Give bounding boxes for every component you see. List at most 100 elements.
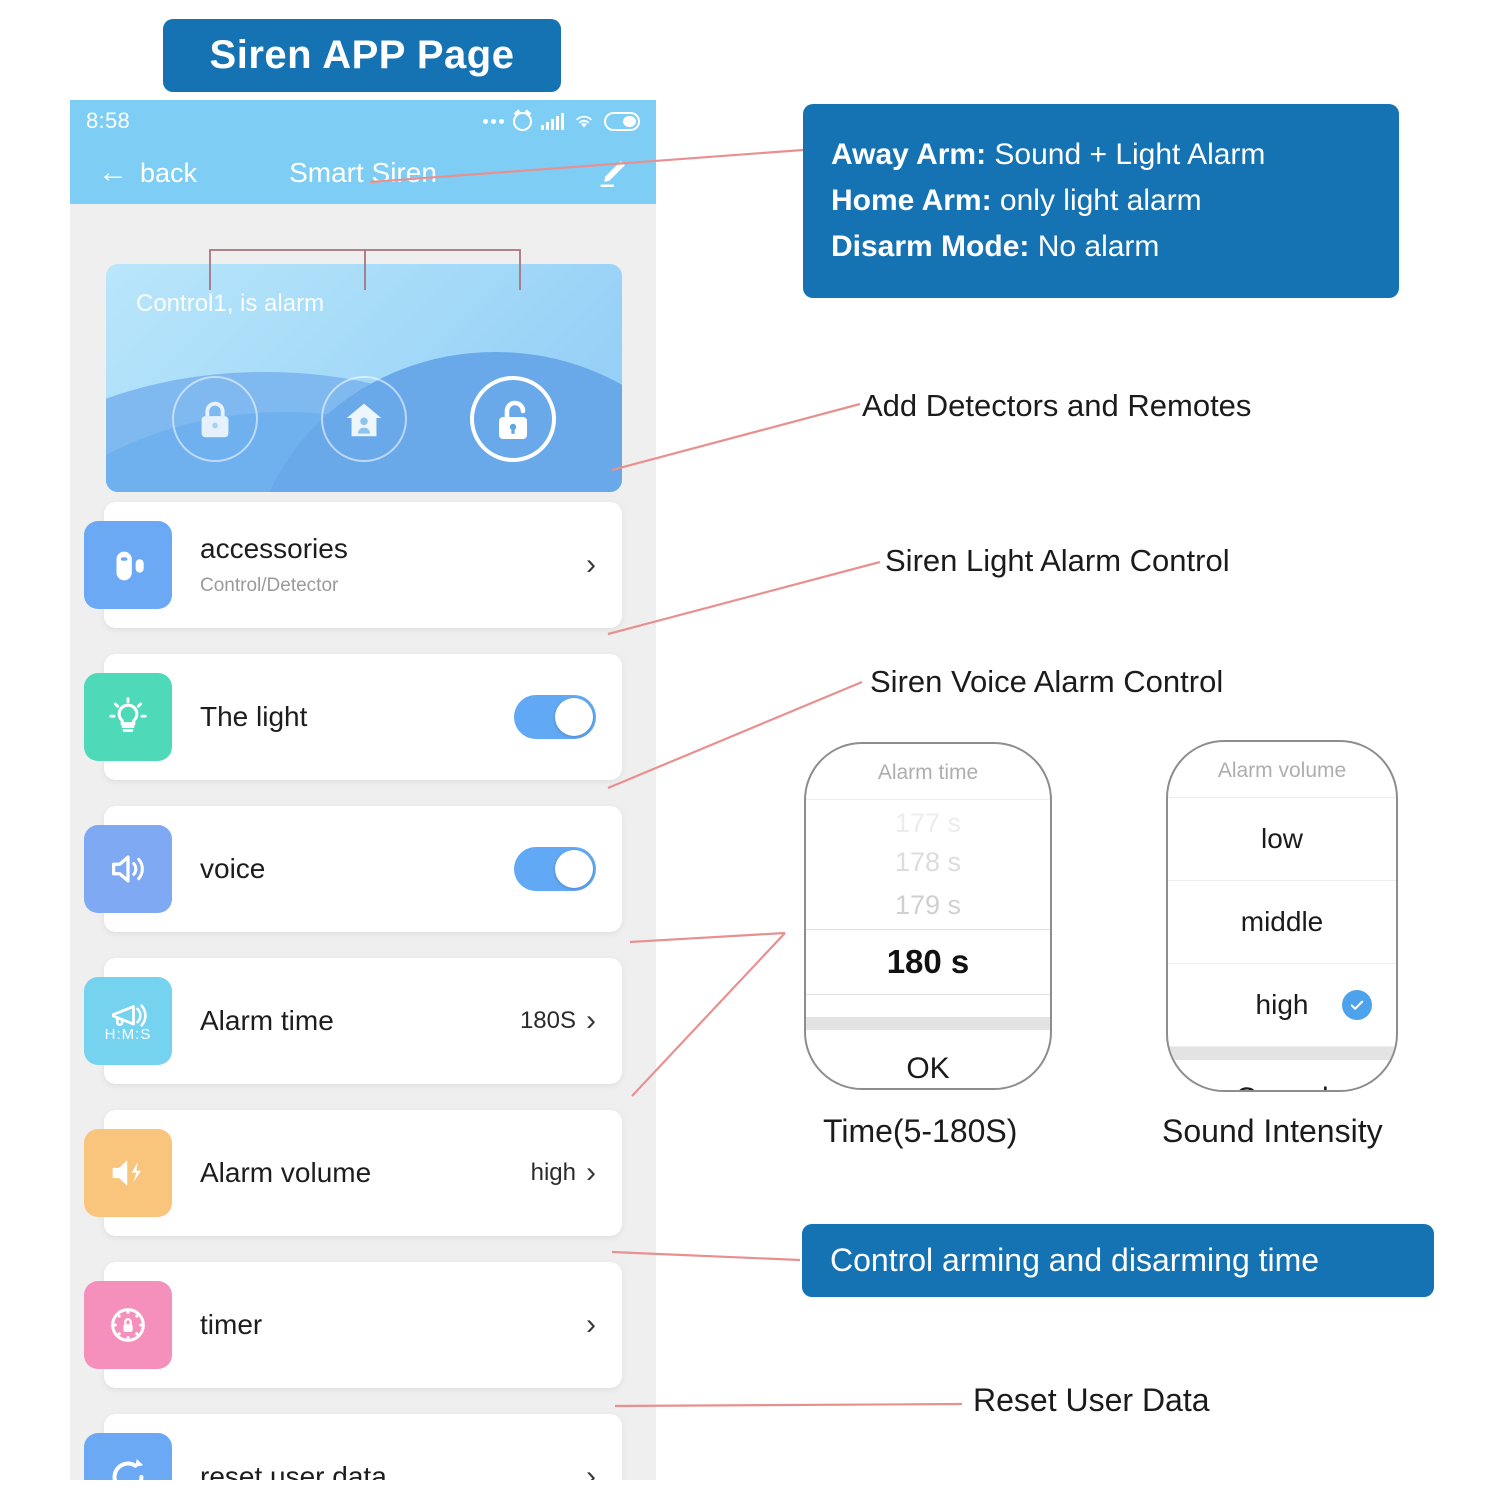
list-item-voice[interactable]: voice bbox=[84, 806, 622, 932]
callout-line: Away Arm: Sound + Light Alarm bbox=[831, 138, 1371, 172]
hero-card: Control1, is alarm bbox=[106, 264, 622, 492]
door-sensor-icon bbox=[116, 551, 144, 581]
list-item-icon-tile bbox=[84, 1281, 172, 1369]
alarm-clock-icon bbox=[513, 111, 532, 131]
alarm-volume-value: high bbox=[530, 1159, 576, 1186]
list-item-icon-tile bbox=[84, 1129, 172, 1217]
nav-bar: ← back Smart Siren bbox=[70, 142, 656, 204]
list-item-control[interactable]: › bbox=[586, 1310, 596, 1340]
page-title: Siren APP Page bbox=[209, 33, 515, 77]
list-item-text: accessories Control/Detector bbox=[182, 533, 586, 597]
list-item-title: Alarm time bbox=[200, 1005, 334, 1036]
reset-arrow-icon bbox=[112, 1458, 144, 1480]
device-status-text: Control1, is alarm bbox=[136, 290, 325, 317]
picker-option[interactable]: 179 s bbox=[806, 884, 1050, 929]
dialog-header: Alarm volume bbox=[1168, 742, 1396, 798]
volume-option-low[interactable]: low bbox=[1168, 798, 1396, 881]
list-item-icon-tile: H:M:S bbox=[84, 977, 172, 1065]
chevron-right-icon: › bbox=[586, 1460, 596, 1481]
callout-line: Home Arm: only light alarm bbox=[831, 184, 1371, 218]
list-item-timer[interactable]: timer › bbox=[84, 1262, 622, 1388]
annotation-accessories: Add Detectors and Remotes bbox=[862, 388, 1252, 423]
list-item-control[interactable] bbox=[514, 695, 596, 739]
wifi-icon bbox=[573, 113, 595, 129]
hero-hill-decoration-2 bbox=[106, 412, 597, 492]
open-padlock-icon bbox=[499, 400, 528, 439]
chevron-right-icon: › bbox=[586, 1308, 596, 1341]
callout-text: Sound + Light Alarm bbox=[986, 138, 1266, 171]
annotation-reset: Reset User Data bbox=[973, 1382, 1210, 1418]
phone-mockup: 8:58 ← back Smart Siren Control1, is ala… bbox=[70, 100, 656, 1480]
hms-label: H:M:S bbox=[104, 1026, 152, 1043]
page-title-banner: Siren APP Page bbox=[163, 19, 561, 92]
speaker-waves-icon bbox=[111, 855, 144, 883]
picker-divider-bar bbox=[806, 1017, 1050, 1030]
list-item-text: Alarm time bbox=[182, 1005, 520, 1037]
light-toggle[interactable] bbox=[514, 695, 596, 739]
chevron-right-icon: › bbox=[586, 1156, 596, 1189]
list-item-control[interactable] bbox=[514, 847, 596, 891]
lightbulb-icon bbox=[109, 697, 147, 732]
list-item-title: The light bbox=[200, 701, 308, 732]
list-item-control[interactable]: › bbox=[586, 550, 596, 580]
home-arm-button[interactable] bbox=[320, 376, 407, 462]
screen-title: Smart Siren bbox=[289, 157, 437, 188]
callout-line: Disarm Mode: No alarm bbox=[831, 230, 1371, 264]
arm-mode-buttons bbox=[106, 376, 622, 462]
callout-text: only light alarm bbox=[991, 184, 1202, 217]
time-picker[interactable]: 177 s 178 s 179 s 180 s bbox=[806, 800, 1050, 1030]
list-item-reset-user-data[interactable]: reset user data › bbox=[84, 1414, 622, 1481]
toggle-knob bbox=[555, 850, 593, 888]
alarm-volume-dialog: Alarm volume low middle high Cancel bbox=[1166, 740, 1398, 1092]
house-person-icon bbox=[346, 403, 382, 437]
list-item-title: voice bbox=[200, 853, 266, 884]
disarm-button[interactable] bbox=[470, 376, 557, 462]
picker-selected-option[interactable]: 180 s bbox=[806, 929, 1050, 995]
list-item-control[interactable]: › bbox=[586, 1460, 596, 1481]
speaker-bolt-icon bbox=[112, 1160, 142, 1186]
list-item-text: voice bbox=[182, 853, 514, 885]
page-root: Siren APP Page 8:58 ← back Smart Siren C… bbox=[0, 0, 1500, 1500]
settings-list: accessories Control/Detector › The light bbox=[70, 502, 656, 1480]
hero-hill-decoration bbox=[106, 372, 575, 492]
clock-lock-icon bbox=[111, 1308, 145, 1342]
alarm-time-dialog: Alarm time 177 s 178 s 179 s 180 s OK bbox=[804, 742, 1052, 1090]
voice-toggle[interactable] bbox=[514, 847, 596, 891]
list-item-control[interactable]: high › bbox=[531, 1158, 596, 1188]
signal-bars-icon bbox=[541, 112, 564, 130]
picker-tail bbox=[806, 995, 1050, 1017]
list-item-the-light[interactable]: The light bbox=[84, 654, 622, 780]
volume-option-middle[interactable]: middle bbox=[1168, 881, 1396, 964]
away-arm-button[interactable] bbox=[171, 376, 258, 462]
callout-timer: Control arming and disarming time bbox=[802, 1224, 1434, 1297]
callout-label: Disarm Mode: bbox=[831, 230, 1030, 263]
list-item-title: accessories bbox=[200, 533, 348, 564]
dialog-ok-button[interactable]: OK bbox=[806, 1030, 1050, 1086]
closed-padlock-icon bbox=[201, 401, 229, 438]
list-item-alarm-volume[interactable]: Alarm volume high › bbox=[84, 1110, 622, 1236]
list-item-title: reset user data bbox=[200, 1461, 387, 1480]
status-bar-clock: 8:58 bbox=[86, 108, 131, 133]
chevron-right-icon: › bbox=[586, 1004, 596, 1037]
list-item-icon-tile bbox=[84, 1433, 172, 1480]
picker-option[interactable]: 178 s bbox=[806, 841, 1050, 884]
alarm-time-value: 180S bbox=[519, 1007, 576, 1034]
callout-text: No alarm bbox=[1029, 230, 1160, 263]
list-item-text: reset user data bbox=[182, 1461, 586, 1480]
annotation-sound-caption: Sound Intensity bbox=[1162, 1113, 1383, 1149]
more-dots-icon bbox=[483, 118, 504, 124]
annotation-time-caption: Time(5-180S) bbox=[823, 1113, 1018, 1149]
list-item-accessories[interactable]: accessories Control/Detector › bbox=[84, 502, 622, 628]
callout-arm-modes: Away Arm: Sound + Light Alarm Home Arm: … bbox=[803, 104, 1399, 298]
list-item-control[interactable]: 180S › bbox=[520, 1006, 596, 1036]
list-item-text: Alarm volume bbox=[182, 1157, 531, 1189]
hero-hill-decoration-3 bbox=[250, 352, 622, 492]
list-item-alarm-time[interactable]: H:M:S Alarm time 180S › bbox=[84, 958, 622, 1084]
dialog-cancel-button[interactable]: Cancel bbox=[1168, 1060, 1396, 1090]
status-bar: 8:58 bbox=[70, 100, 656, 142]
picker-option[interactable]: 177 s bbox=[806, 800, 1050, 841]
status-bar-icons bbox=[483, 100, 640, 142]
volume-option-high[interactable]: high bbox=[1168, 964, 1396, 1047]
pencil-edit-icon[interactable] bbox=[596, 156, 630, 190]
callout-timer-text: Control arming and disarming time bbox=[830, 1242, 1320, 1278]
